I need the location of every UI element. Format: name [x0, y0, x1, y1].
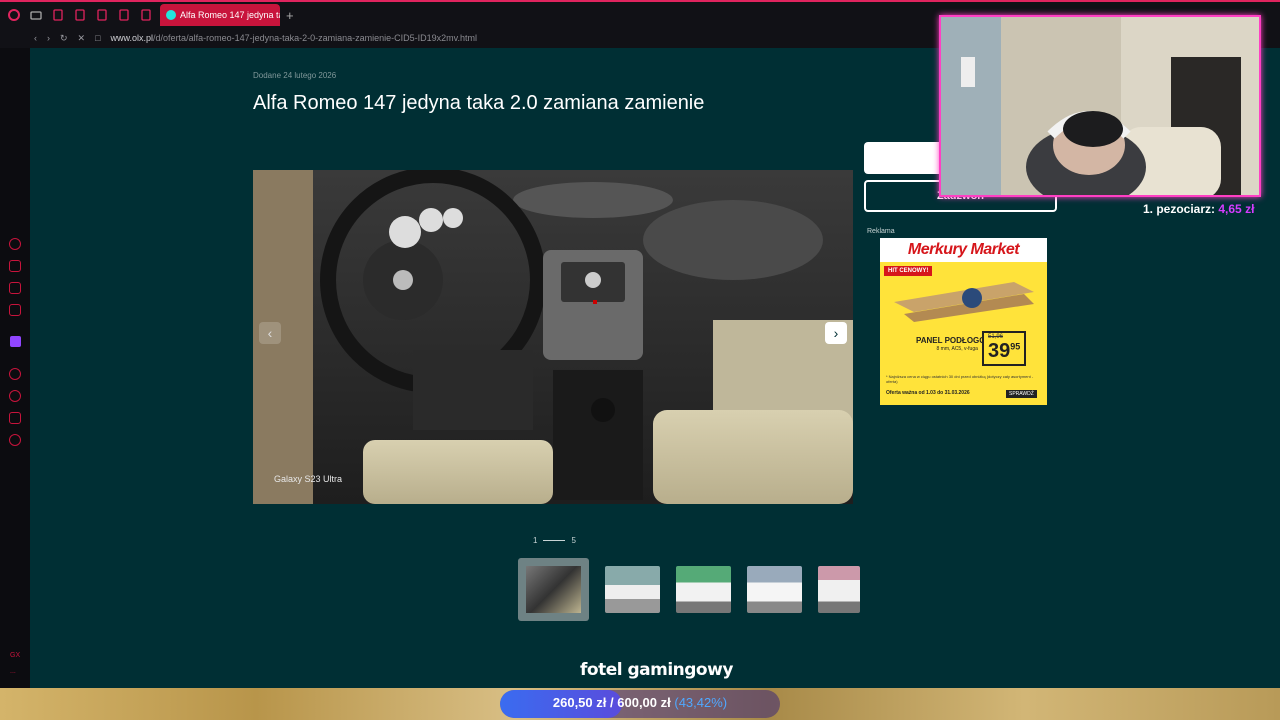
pager-current: 1 — [533, 536, 538, 545]
lock-icon: □ — [95, 33, 101, 43]
ad-cta-button[interactable]: SPRAWDŹ — [1006, 390, 1037, 398]
ad-brand-logo: Merkury Market — [880, 238, 1047, 262]
reload-icon[interactable]: ↻ — [60, 33, 68, 44]
gallery-pager: 1 5 — [533, 536, 576, 545]
shopping-icon[interactable] — [9, 260, 21, 272]
ad-hit-badge: HIT CENOWY! — [884, 266, 933, 276]
goal-separator: / — [610, 695, 614, 710]
back-icon[interactable]: ‹ — [34, 33, 37, 43]
messenger-icon[interactable] — [9, 282, 21, 294]
forward-icon[interactable]: › — [47, 33, 50, 43]
settings-icon[interactable] — [9, 434, 21, 446]
vpn-icon[interactable]: ✕ — [78, 33, 86, 44]
gx-label: GX — [10, 652, 21, 659]
url-path: /d/oferta/alfa-romeo-147-jedyna-taka-2-0… — [153, 33, 478, 43]
ad-price-cents: 95 — [1010, 341, 1021, 352]
car-interior-photo — [253, 170, 853, 504]
gallery-prev-arrow-icon[interactable]: ‹ — [259, 322, 281, 344]
tab-overview-icon[interactable] — [28, 7, 44, 23]
donation-goal-title: fotel gamingowy — [580, 660, 733, 680]
thumbnail[interactable] — [818, 566, 860, 613]
tab-title: Alfa Romeo 147 jedyna tak — [180, 10, 280, 20]
new-tab-button[interactable]: + — [286, 8, 294, 23]
goal-current: 260,50 zł — [552, 695, 607, 710]
donor-amount: 4,65 zł — [1218, 202, 1255, 216]
merkury-ad-banner[interactable]: Merkury Market HIT CENOWY! PANEL PODŁOGO… — [880, 238, 1047, 405]
pinned-tab-icon[interactable] — [72, 7, 88, 23]
thumbnail[interactable] — [747, 566, 802, 613]
ad-price-main: 39 — [988, 340, 1011, 362]
webcam-feed — [941, 17, 1259, 195]
player-icon[interactable] — [9, 368, 21, 380]
top-donor: 1. pezociarz: 4,65 zł — [1143, 202, 1254, 216]
twitch-icon[interactable] — [10, 336, 21, 347]
pinned-tab-icon[interactable] — [116, 7, 132, 23]
listing-title: Alfa Romeo 147 jedyna taka 2.0 zamiana z… — [253, 92, 705, 114]
ad-label: Reklama — [867, 228, 895, 235]
pinned-tab-icon[interactable] — [94, 7, 110, 23]
history-icon[interactable] — [9, 238, 21, 250]
tab-active[interactable]: Alfa Romeo 147 jedyna tak — [160, 4, 280, 26]
donor-rank: 1. pezociarz: — [1143, 202, 1216, 216]
pager-divider — [543, 540, 566, 541]
donation-goal-label: 260,50 zł / 600,00 zł (43,42%) — [500, 695, 780, 710]
ad-offer-dates: Oferta ważna od 1.03 do 31.03.2026 — [886, 390, 970, 396]
ad-new-price: 3995 — [988, 340, 1020, 363]
thumbnail[interactable] — [518, 558, 589, 621]
browser-sidebar: GX ... — [0, 48, 30, 688]
pinned-tab-icon[interactable] — [50, 7, 66, 23]
ad-price: 51,96 3995 — [982, 331, 1027, 366]
goal-percent: (43,42%) — [674, 695, 728, 710]
olx-favicon-icon — [166, 10, 176, 20]
url-domain: www.olx.pl — [110, 33, 154, 43]
thumbnail[interactable] — [605, 566, 660, 613]
floor-panel-image — [894, 282, 1034, 322]
thumbnail-strip — [518, 558, 860, 621]
pager-total: 5 — [571, 536, 576, 545]
more-icon[interactable]: ... — [10, 668, 16, 675]
camera-watermark: Galaxy S23 Ultra — [274, 474, 343, 484]
whatsapp-icon[interactable] — [9, 304, 21, 316]
webcam-overlay — [939, 15, 1261, 197]
thumbnail[interactable] — [676, 566, 731, 613]
pinned-tab-icon[interactable] — [138, 7, 154, 23]
goal-target: 600,00 zł — [617, 695, 671, 710]
clock-icon[interactable] — [9, 390, 21, 402]
listing-date: Dodane 24 lutego 2026 — [253, 71, 337, 80]
photo-gallery[interactable]: Galaxy S23 Ultra ‹ › — [253, 170, 853, 504]
opera-menu-icon[interactable] — [6, 7, 22, 23]
gallery-next-arrow-icon[interactable]: › — [825, 322, 847, 344]
url-field[interactable]: www.olx.pl/d/oferta/alfa-romeo-147-jedyn… — [111, 33, 477, 43]
extensions-icon[interactable] — [9, 412, 21, 424]
ad-fine-print: * Najniższa cena w ciągu ostatnich 30 dn… — [886, 374, 1034, 384]
